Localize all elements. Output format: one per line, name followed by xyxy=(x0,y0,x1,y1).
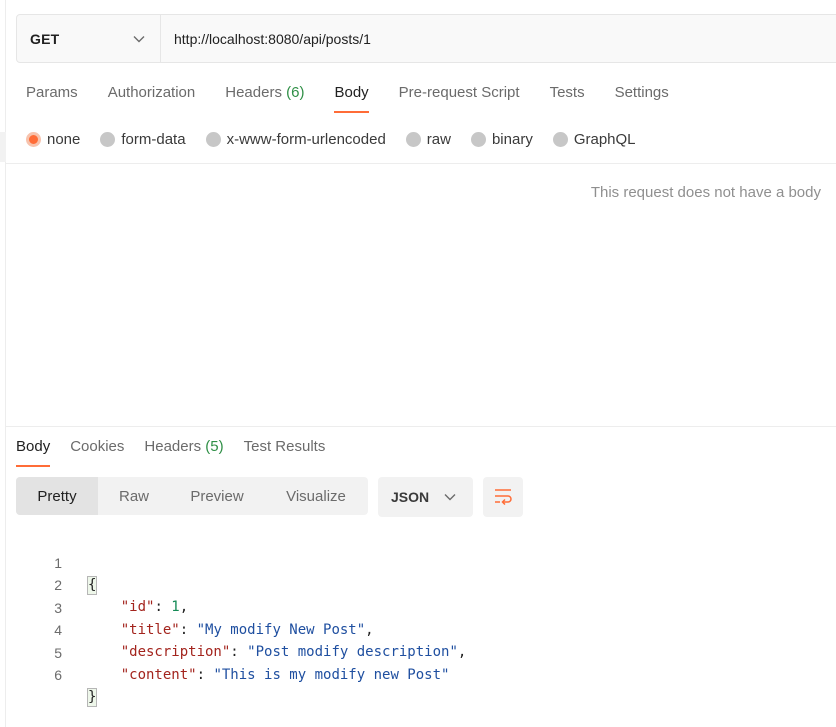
chevron-down-icon xyxy=(132,32,146,46)
radio-icon xyxy=(100,131,116,147)
radio-label: form-data xyxy=(121,130,186,148)
tab-label: Pre-request Script xyxy=(398,84,520,101)
method-label: GET xyxy=(30,30,60,47)
radio-icon xyxy=(205,131,221,147)
tab-label: Body xyxy=(16,438,51,455)
json-value: "This is my modify new Post" xyxy=(213,667,450,683)
response-tab-cookies[interactable]: Cookies xyxy=(70,438,124,467)
code-line: 1 { xyxy=(0,530,98,595)
divider xyxy=(6,163,836,164)
format-select[interactable]: JSON xyxy=(378,477,473,517)
request-url-bar: GET xyxy=(16,14,836,63)
radio-graphql[interactable]: GraphQL xyxy=(552,130,636,148)
tab-label: Params xyxy=(26,84,78,101)
code-line: 2 "id": 1, xyxy=(0,552,188,615)
line-number: 4 xyxy=(54,622,62,638)
line-number: 6 xyxy=(54,667,62,683)
radio-label: binary xyxy=(491,130,533,148)
tab-label: Cookies xyxy=(70,438,125,455)
line-number: 1 xyxy=(54,555,62,571)
response-tab-test-results[interactable]: Test Results xyxy=(244,438,326,467)
code-line: 5 "content": "This is my modify new Post… xyxy=(0,620,449,683)
tab-pre-request-script[interactable]: Pre-request Script xyxy=(399,84,520,114)
json-value: "Post modify description" xyxy=(247,644,458,660)
method-select[interactable]: GET xyxy=(17,15,161,62)
tab-settings[interactable]: Settings xyxy=(615,84,669,114)
radio-label: x-www-form-urlencoded xyxy=(226,130,386,148)
radio-raw[interactable]: raw xyxy=(405,130,451,148)
gutter-marker xyxy=(0,132,6,162)
tab-authorization[interactable]: Authorization xyxy=(108,84,196,114)
radio-icon xyxy=(470,131,486,147)
headers-count: (6) xyxy=(286,84,305,101)
line-number: 2 xyxy=(54,577,62,593)
tab-label: Headers xyxy=(225,84,282,101)
json-key: "title" xyxy=(120,622,180,638)
tab-label: Test Results xyxy=(243,438,326,455)
radio-x-www-form-urlencoded[interactable]: x-www-form-urlencoded xyxy=(205,130,386,148)
format-label: JSON xyxy=(391,489,430,505)
line-number: 5 xyxy=(54,645,62,661)
wrap-lines-icon xyxy=(493,487,513,508)
code-line: 3 "title": "My modify New Post", xyxy=(0,575,373,638)
json-key: "id" xyxy=(120,599,155,615)
json-value: 1 xyxy=(171,599,180,615)
radio-binary[interactable]: binary xyxy=(470,130,533,148)
radio-selected-icon xyxy=(26,131,41,147)
view-visualize-button[interactable]: Visualize xyxy=(264,477,368,515)
body-mode-radios: none form-data x-www-form-urlencoded raw… xyxy=(26,129,656,149)
json-open-brace: { xyxy=(87,576,98,595)
wrap-lines-button[interactable] xyxy=(483,477,523,517)
tab-body[interactable]: Body xyxy=(334,84,369,114)
radio-form-data[interactable]: form-data xyxy=(100,130,186,148)
tab-params[interactable]: Params xyxy=(26,84,78,114)
view-pretty-button[interactable]: Pretty xyxy=(16,477,98,515)
json-value: "My modify New Post" xyxy=(196,622,366,638)
json-comma: , xyxy=(179,599,189,615)
tab-label: Headers xyxy=(144,438,202,455)
tab-tests[interactable]: Tests xyxy=(550,84,585,114)
tab-label: Tests xyxy=(549,84,585,101)
no-body-message: This request does not have a body xyxy=(590,184,821,201)
response-headers-count: (5) xyxy=(205,438,224,455)
radio-icon xyxy=(405,131,421,147)
pane-splitter[interactable] xyxy=(6,426,836,427)
url-input[interactable] xyxy=(161,15,836,62)
json-key: "description" xyxy=(120,644,231,660)
radio-label: GraphQL xyxy=(573,130,636,148)
json-comma: , xyxy=(457,644,467,660)
tab-label: Settings xyxy=(614,84,669,101)
radio-icon xyxy=(552,131,568,147)
chevron-down-icon xyxy=(443,490,457,504)
json-comma: , xyxy=(365,622,374,638)
line-number: 3 xyxy=(54,600,62,616)
code-line: 6 } xyxy=(0,642,98,707)
code-line: 4 "description": "Post modify descriptio… xyxy=(0,597,466,660)
radio-none[interactable]: none xyxy=(26,131,80,148)
request-tabs: Params Authorization Headers (6) Body Pr… xyxy=(26,84,699,114)
json-close-brace: } xyxy=(87,688,98,707)
tab-label: Authorization xyxy=(107,84,196,101)
json-key: "content" xyxy=(120,667,197,683)
response-view-toggle: Pretty Raw Preview Visualize xyxy=(16,477,368,515)
tab-headers[interactable]: Headers (6) xyxy=(225,84,304,114)
response-tab-body[interactable]: Body xyxy=(16,438,51,467)
response-tabs: Body Cookies Headers (5) Test Results xyxy=(16,438,345,467)
radio-label: none xyxy=(47,130,81,148)
response-tab-headers[interactable]: Headers (5) xyxy=(144,438,223,467)
radio-label: raw xyxy=(426,130,451,148)
tab-label: Body xyxy=(334,84,369,101)
view-raw-button[interactable]: Raw xyxy=(98,477,170,515)
view-preview-button[interactable]: Preview xyxy=(170,477,264,515)
